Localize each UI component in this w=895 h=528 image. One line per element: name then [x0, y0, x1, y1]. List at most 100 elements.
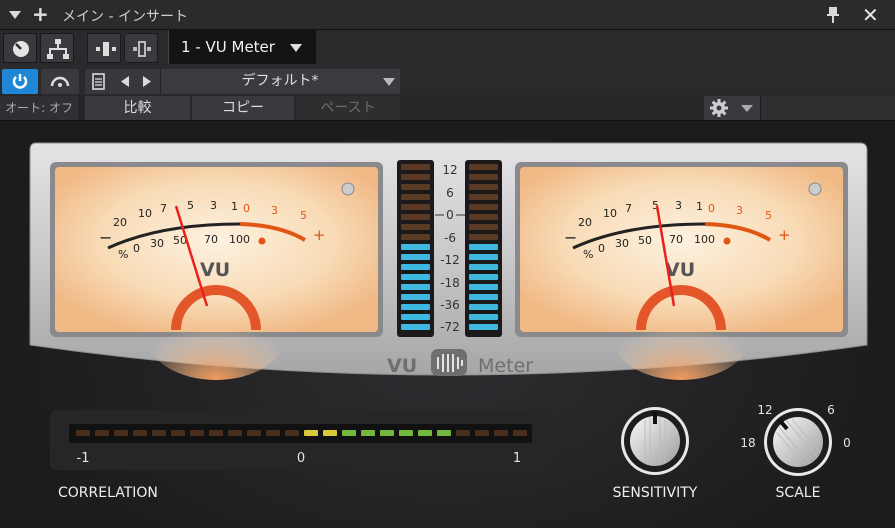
plugin-slot-selector[interactable]: 1 - VU Meter: [168, 30, 316, 64]
scale-tick-12: 12: [757, 403, 772, 417]
bypass-button[interactable]: [41, 69, 79, 94]
peak-led-segment: [401, 184, 430, 190]
sidechain-button[interactable]: [87, 33, 121, 63]
left-scale-3: 3: [210, 199, 217, 212]
dial-icon: [13, 41, 29, 57]
peak-led-segment: [469, 184, 498, 190]
peak-scale-6: 6: [446, 186, 454, 200]
left-percent-0: 0: [133, 242, 140, 255]
left-plus-sign: +: [313, 226, 326, 244]
correlation-led-segment: [152, 430, 166, 436]
peak-led-segment: [401, 224, 430, 230]
correlation-led-segment: [133, 430, 147, 436]
scale-knob[interactable]: [764, 408, 832, 476]
peak-led-segment: [401, 244, 430, 250]
close-icon[interactable]: ✕: [862, 3, 879, 27]
right-scale-5-red: 5: [765, 209, 772, 222]
left-scale-3-red: 3: [271, 204, 278, 217]
peak-led-segment: [469, 254, 498, 260]
routing-button[interactable]: [3, 33, 37, 63]
brand-vu: VU: [387, 355, 417, 377]
sensitivity-knob[interactable]: [621, 407, 689, 475]
correlation-led-segment: [266, 430, 280, 436]
correlation-led-segment: [228, 430, 242, 436]
left-percent-sign: %: [118, 248, 128, 261]
peak-led-segment: [469, 304, 498, 310]
peak-scale-12: 12: [442, 163, 457, 177]
correlation-led-segment: [418, 430, 432, 436]
expand-button[interactable]: [124, 33, 158, 63]
left-scale-0: 0: [243, 202, 250, 215]
paste-button[interactable]: ペースト: [296, 96, 400, 120]
left-percent-70: 70: [204, 233, 218, 246]
peak-led-segment: [469, 234, 498, 240]
vu-meter-plugin: 20 10 7 5 3 1 0 3 5 % 0 30 50 70 100 − +…: [29, 142, 868, 501]
copy-button[interactable]: コピー: [192, 96, 294, 120]
correlation-led-segment: [361, 430, 375, 436]
right-scale-10: 10: [603, 207, 617, 220]
left-scale-10: 10: [138, 207, 152, 220]
peak-led-segment: [469, 274, 498, 280]
peak-scale-neg72: -72: [440, 320, 460, 334]
right-percent-50: 50: [638, 234, 652, 247]
right-scale-3-red: 3: [736, 204, 743, 217]
peak-led-segment: [401, 214, 430, 220]
preset-nav: [85, 69, 161, 94]
power-icon: [12, 74, 28, 89]
correlation-led-segment: [304, 430, 318, 436]
peak-led-segment: [469, 294, 498, 300]
chevron-down-icon: [741, 105, 753, 112]
right-scale-0: 0: [708, 202, 715, 215]
chevron-down-icon: [290, 44, 302, 52]
channel-routing-button[interactable]: [40, 33, 74, 63]
peak-scale-neg36: -36: [440, 298, 460, 312]
peak-led-segment: [469, 194, 498, 200]
add-plugin-icon[interactable]: +: [32, 4, 49, 24]
correlation-label: CORRELATION: [58, 485, 158, 501]
correlation-mid: 0: [297, 451, 305, 466]
correlation-max: 1: [513, 451, 521, 466]
correlation-led-segment: [323, 430, 337, 436]
correlation-led-segment: [95, 430, 109, 436]
scale-tick-0: 0: [843, 436, 851, 450]
left-minus-sign: −: [99, 228, 112, 247]
peak-led-segment: [401, 194, 430, 200]
right-plus-sign: +: [778, 226, 791, 244]
peak-led-segment: [469, 214, 498, 220]
correlation-led-segment: [190, 430, 204, 436]
peak-led-segment: [401, 284, 430, 290]
compare-button[interactable]: 比較: [85, 96, 190, 120]
peak-led-segment: [469, 244, 498, 250]
right-peak-leds: [469, 164, 498, 330]
peak-led-segment: [401, 294, 430, 300]
split-channels-icon: [133, 41, 151, 57]
settings-menu[interactable]: [704, 96, 760, 120]
preset-dropdown-icon[interactable]: [383, 78, 395, 86]
right-percent-30: 30: [615, 237, 629, 250]
collapse-arrow-icon[interactable]: [9, 11, 21, 19]
right-scale-7: 7: [625, 202, 632, 215]
correlation-led-segment: [513, 430, 527, 436]
peak-led-segment: [469, 264, 498, 270]
right-scale-1: 1: [696, 200, 703, 213]
gear-icon: [710, 99, 753, 117]
peak-led-segment: [401, 324, 430, 330]
peak-led-segment: [469, 224, 498, 230]
correlation-led-segment: [171, 430, 185, 436]
peak-led-segment: [401, 314, 430, 320]
right-percent-0: 0: [598, 242, 605, 255]
correlation-led-segment: [114, 430, 128, 436]
automation-toggle[interactable]: オート: オフ: [0, 96, 78, 120]
pin-icon[interactable]: [825, 6, 841, 24]
correlation-led-segment: [437, 430, 451, 436]
left-percent-100: 100: [229, 233, 250, 246]
previous-preset-icon: [121, 76, 129, 87]
left-peak-leds: [401, 164, 430, 330]
title-bar: + メイン - インサート ✕: [0, 0, 895, 30]
left-scale-5-red: 5: [300, 209, 307, 222]
correlation-meter: -1 0 1 CORRELATION: [50, 410, 552, 501]
left-scale-5: 5: [187, 199, 194, 212]
peak-scale-neg18: -18: [440, 276, 460, 290]
preset-name-field[interactable]: デフォルト*: [160, 69, 400, 94]
power-button[interactable]: [2, 69, 38, 94]
